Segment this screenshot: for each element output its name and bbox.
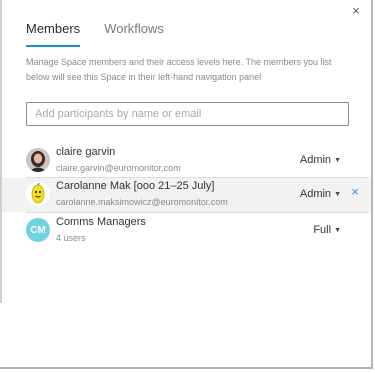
- avatar: [26, 182, 50, 206]
- role-label: Admin: [299, 154, 332, 166]
- group-user-count: 4 users: [56, 233, 86, 243]
- member-email: carolanne.maksimowicz@euromonitor.com: [56, 197, 228, 207]
- group-name: Comms Managers: [56, 216, 146, 228]
- tab-members[interactable]: Members: [26, 21, 81, 47]
- member-email: claire.garvin@euromonitor.com: [56, 163, 181, 173]
- participant-search-input[interactable]: [27, 103, 348, 125]
- dialog-tabs: Members Workflows: [26, 21, 164, 47]
- person-photo-icon: [26, 148, 50, 172]
- lemon-character-icon: [26, 182, 50, 206]
- chevron-down-icon: ▼: [334, 156, 341, 164]
- members-description: Manage Space members and their access le…: [26, 57, 332, 82]
- member-row[interactable]: CM Comms Managers 4 users Full ▼: [2, 214, 371, 248]
- member-row[interactable]: claire garvin claire.garvin@euromonitor.…: [2, 144, 371, 178]
- row-divider: [26, 212, 369, 213]
- avatar: CM: [26, 218, 50, 242]
- role-dropdown[interactable]: Full ▼: [313, 224, 341, 236]
- member-name: claire garvin: [56, 146, 116, 158]
- participant-search-field[interactable]: [26, 102, 349, 126]
- chevron-down-icon: ▼: [334, 190, 341, 198]
- role-label: Admin: [299, 188, 332, 200]
- close-icon[interactable]: ×: [349, 4, 363, 18]
- member-name: Carolanne Mak [ooo 21–25 July]: [56, 180, 215, 192]
- tab-workflows[interactable]: Workflows: [104, 21, 164, 47]
- role-dropdown[interactable]: Admin ▼: [300, 154, 341, 166]
- member-row[interactable]: Carolanne Mak [ooo 21–25 July] carolanne…: [2, 178, 371, 212]
- chevron-down-icon: ▼: [334, 226, 341, 234]
- role-dropdown[interactable]: Admin ▼: [300, 188, 341, 200]
- space-members-dialog: × Members Workflows Manage Space members…: [0, 0, 373, 369]
- role-label: Full: [313, 224, 332, 236]
- remove-member-icon[interactable]: ×: [349, 185, 361, 198]
- avatar: [26, 148, 50, 172]
